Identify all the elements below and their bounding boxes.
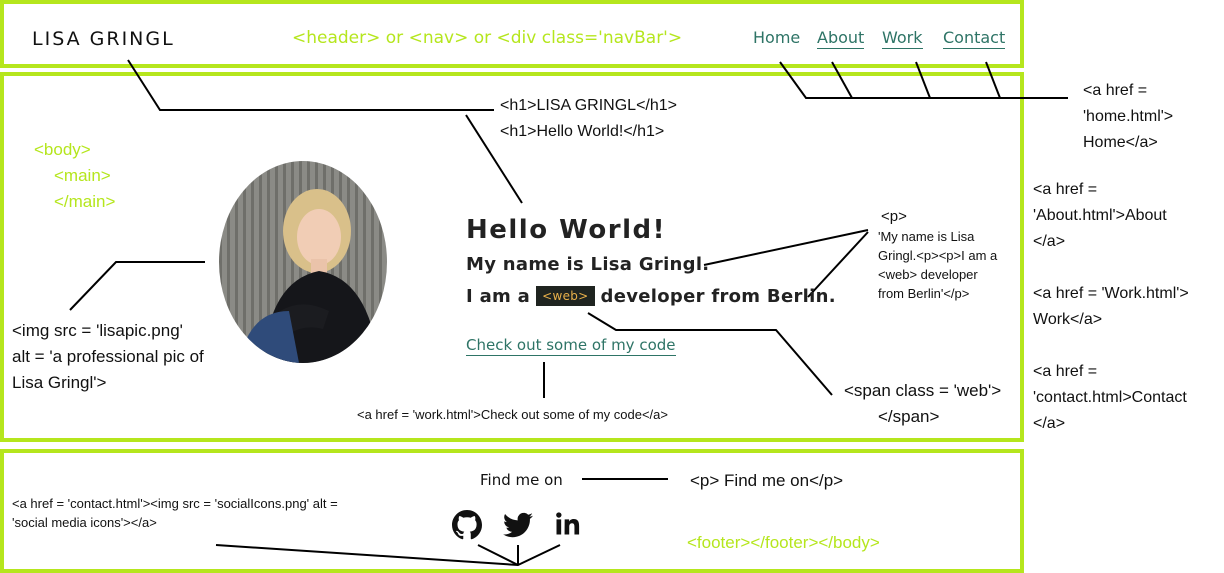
body-main-annotation: <body> <main> </main> <box>34 137 115 215</box>
nav-home-annotation-line: <a href = <box>1083 82 1148 99</box>
nav-contact-link[interactable]: Contact <box>943 28 1006 49</box>
span-annotation-line: <span class = 'web'> <box>844 381 1002 400</box>
connector-img <box>69 261 205 311</box>
code-link[interactable]: Check out some of my code <box>466 336 676 356</box>
p-annotation-line: from Berlin'</p> <box>878 286 970 301</box>
body-open-annotation: <body> <box>34 140 91 159</box>
span-annotation: <span class = 'web'> </span> <box>844 378 1001 430</box>
connector-about <box>831 61 853 99</box>
main-close-annotation: </main> <box>54 192 116 211</box>
social-annotation: <a href = 'contact.html'><img src = 'soc… <box>12 494 338 532</box>
nav-work-annotation-line: <a href = 'Work.html'> <box>1033 285 1189 302</box>
intro-line-1: My name is Lisa Gringl. <box>466 254 710 275</box>
h1-annotation-line1: <h1>LISA GRINGL</h1> <box>500 97 678 114</box>
code-link-annotation: <a href = 'work.html'>Check out some of … <box>357 407 668 422</box>
p-annotation-line: Gringl.<p><p>I am a <box>878 248 998 263</box>
social-annotation-line: 'social media icons'></a> <box>12 515 157 530</box>
connector-logo-h1 <box>127 59 494 111</box>
connector-work <box>915 61 931 99</box>
nav-home-annotation-line: Home</a> <box>1083 134 1158 151</box>
main-open-annotation: <main> <box>54 166 111 185</box>
img-annotation: <img src = 'lisapic.png' alt = 'a profes… <box>12 318 204 396</box>
nav-home-annotation: <a href = 'home.html'> Home</a> <box>1083 78 1173 156</box>
footer-annotation: <footer></footer></body> <box>687 533 880 552</box>
img-annotation-line: <img src = 'lisapic.png' <box>12 321 183 340</box>
nav-contact-annotation: <a href = 'contact.html>Contact </a> <box>1033 359 1187 437</box>
linkedin-icon[interactable] <box>553 510 585 542</box>
nav-about-annotation: <a href = 'About.html'>About </a> <box>1033 177 1167 255</box>
span-annotation-line: </span> <box>878 407 940 426</box>
nav-contact-annotation-line: 'contact.html>Contact <box>1033 389 1187 406</box>
nav-work-link[interactable]: Work <box>882 28 923 49</box>
hello-heading: Hello World! <box>466 215 666 245</box>
intro-line-2: I am a <web> developer from Berlin. <box>466 286 836 307</box>
intro-line-2-prefix: I am a <box>466 286 531 307</box>
find-me-annotation: <p> Find me on</p> <box>690 471 844 490</box>
connector-contact <box>985 61 1001 99</box>
intro-line-2-suffix: developer from Berlin. <box>600 286 836 307</box>
nav-about-annotation-line: <a href = <box>1033 181 1098 198</box>
img-annotation-line: alt = 'a professional pic of <box>12 347 204 366</box>
p-annotation-line: <web> developer <box>878 267 978 282</box>
social-annotation-line: <a href = 'contact.html'><img src = 'soc… <box>12 496 338 511</box>
h1-annotation: <h1>LISA GRINGL</h1> <h1>Hello World!</h… <box>500 93 677 145</box>
nav-home-annotation-line: 'home.html'> <box>1083 108 1174 125</box>
nav-about-annotation-line: </a> <box>1033 233 1066 250</box>
nav-contact-annotation-line: <a href = <box>1033 363 1098 380</box>
find-me-label: Find me on <box>480 471 563 489</box>
p-annotation-tag: <p> <box>881 208 907 225</box>
web-tag-badge: <web> <box>536 286 595 306</box>
twitter-icon[interactable] <box>503 510 535 542</box>
h1-annotation-line2: <h1>Hello World!</h1> <box>500 123 665 140</box>
nav-work-annotation-line: Work</a> <box>1033 311 1103 328</box>
nav-about-annotation-line: 'About.html'>About <box>1033 207 1167 224</box>
p-annotation-line: 'My name is Lisa <box>878 229 975 244</box>
github-icon[interactable] <box>452 510 484 542</box>
header-annotation: <header> or <nav> or <div class='navBar'… <box>292 28 683 48</box>
p-annotation: 'My name is Lisa Gringl.<p><p>I am a <we… <box>878 227 997 303</box>
nav-about-link[interactable]: About <box>817 28 865 49</box>
nav-contact-annotation-line: </a> <box>1033 415 1066 432</box>
connector-social <box>215 544 561 567</box>
img-annotation-line: Lisa Gringl'> <box>12 373 107 392</box>
nav-work-annotation: <a href = 'Work.html'> Work</a> <box>1033 281 1189 333</box>
nav-home-link[interactable]: Home <box>753 28 800 47</box>
site-logo[interactable]: LISA GRINGL <box>32 28 175 50</box>
profile-photo <box>219 161 387 363</box>
